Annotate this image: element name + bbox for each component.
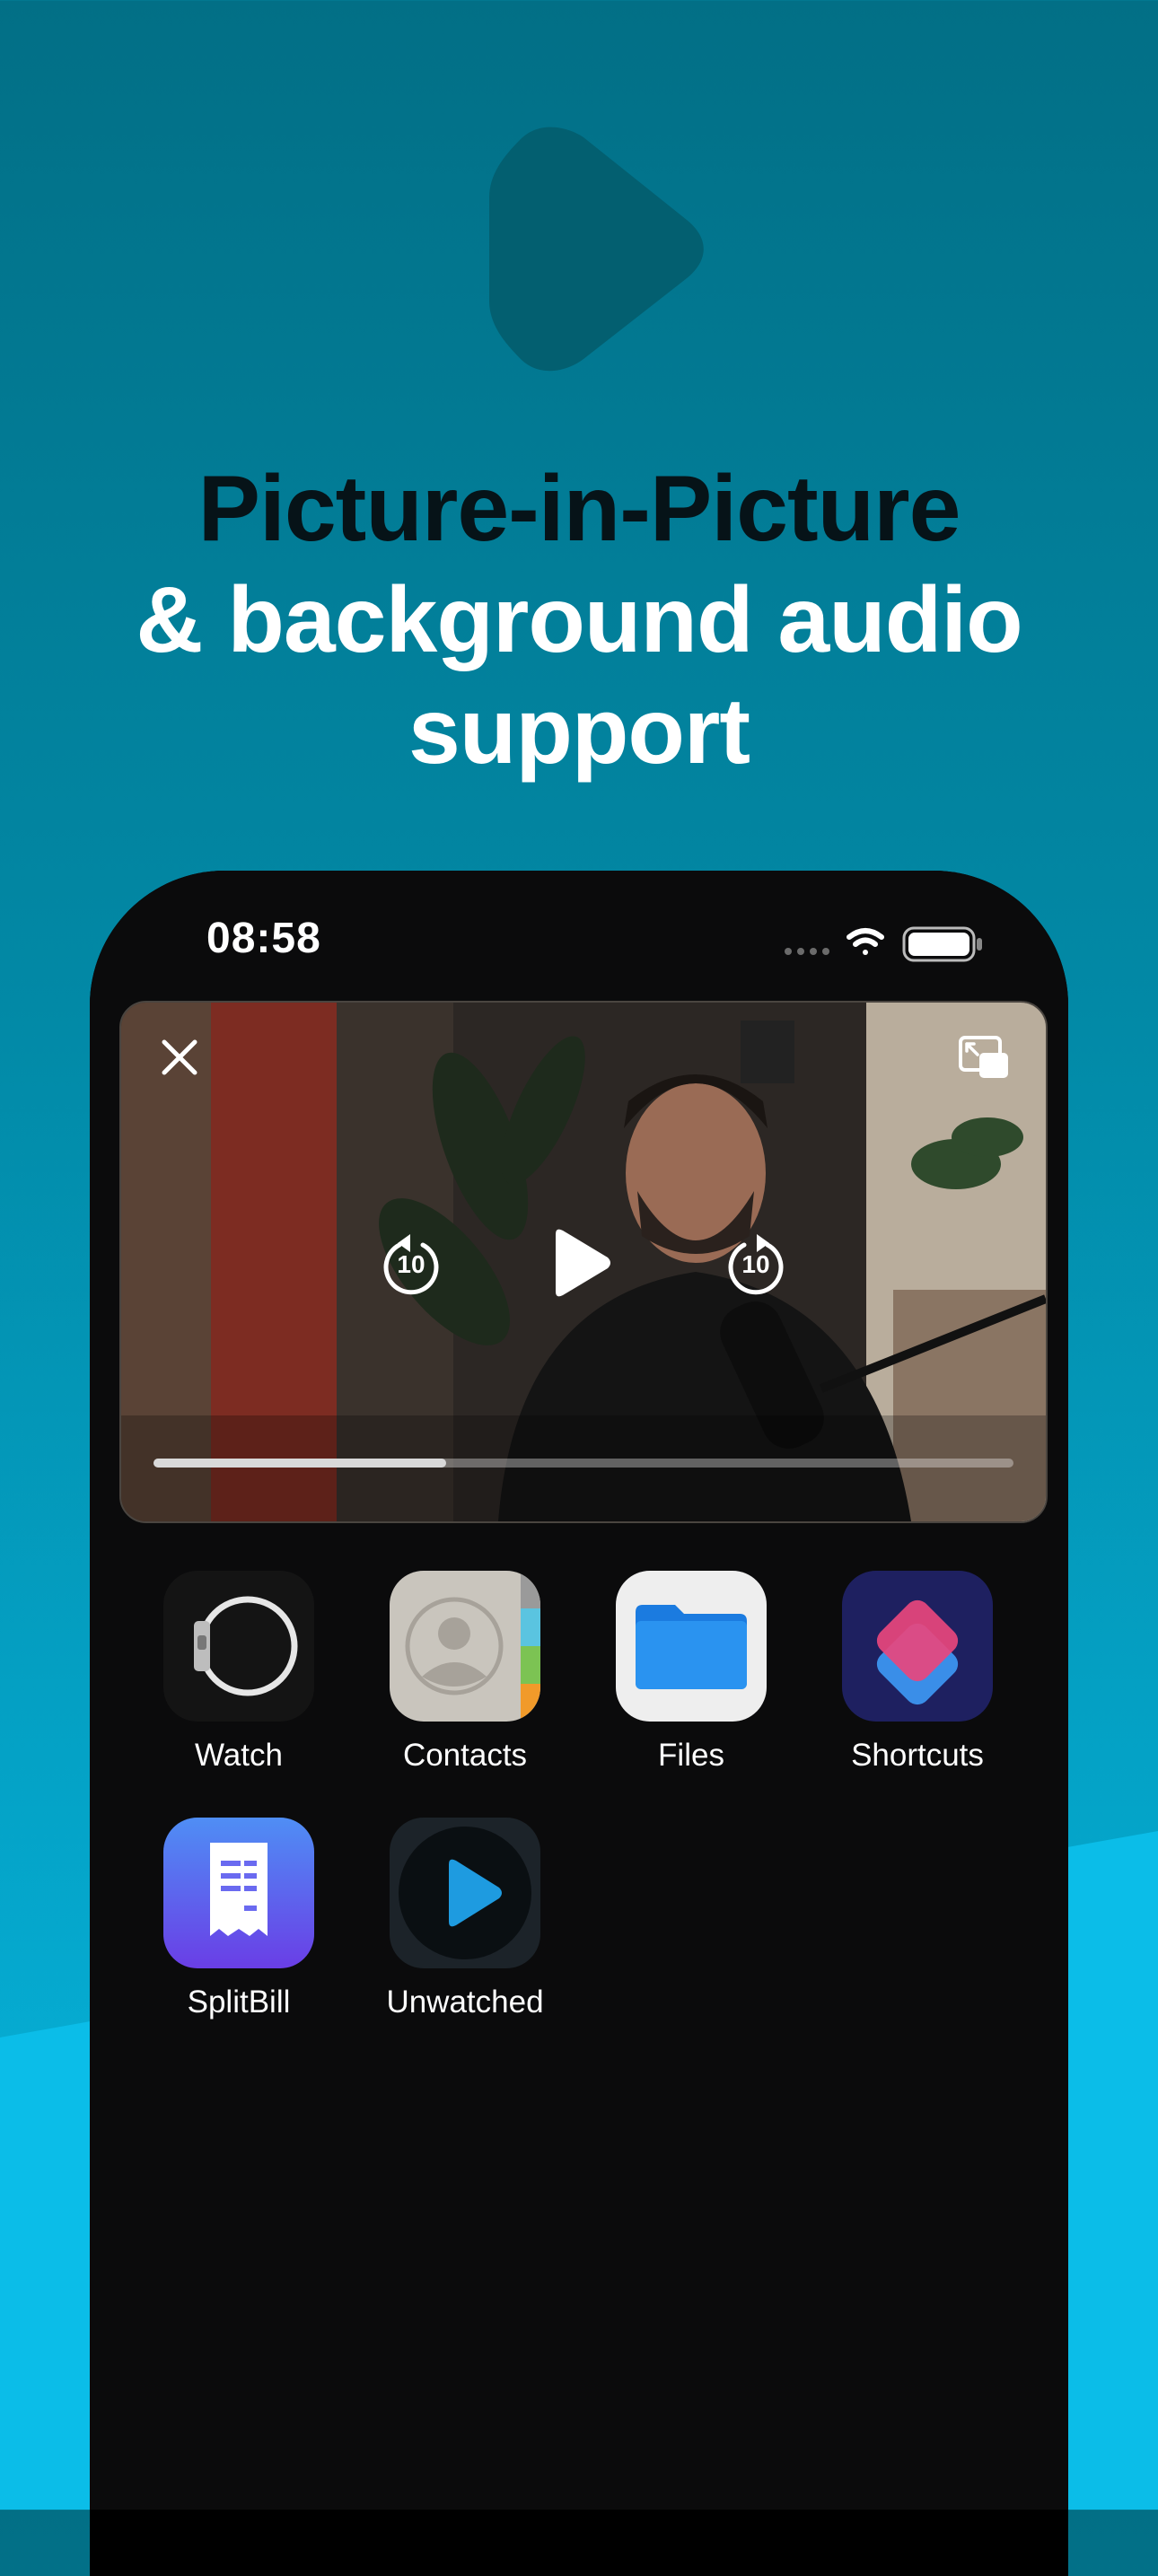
files-app-icon [616, 1571, 767, 1722]
app-splitbill[interactable]: SplitBill [136, 1818, 342, 2020]
unwatched-app-icon [390, 1818, 540, 1968]
status-time: 08:58 [206, 915, 321, 962]
progress-fill [154, 1459, 446, 1468]
headline-line-3: support [408, 679, 750, 784]
progress-bar[interactable] [154, 1459, 1013, 1468]
splitbill-app-icon [163, 1818, 314, 1968]
close-icon[interactable] [157, 1035, 202, 1080]
app-unwatched[interactable]: Unwatched [362, 1818, 568, 2020]
app-files[interactable]: Files [588, 1571, 794, 1774]
status-icons [785, 926, 982, 962]
headline-line-2: & background audio [136, 568, 1022, 672]
app-contacts[interactable]: Contacts [362, 1571, 568, 1774]
skip-forward-button[interactable]: 10 [726, 1232, 785, 1297]
battery-icon [902, 926, 982, 962]
headline: Picture-in-Picture & background audio su… [0, 453, 1158, 787]
contacts-app-icon [390, 1571, 540, 1722]
shortcuts-app-icon [842, 1571, 993, 1722]
signal-dots-icon [785, 948, 829, 955]
app-label-watch: Watch [195, 1738, 283, 1773]
app-label-files: Files [658, 1738, 724, 1773]
skip-back-seconds: 10 [397, 1250, 425, 1278]
phone-frame: 08:58 10 10 Watch Contacts Files Shortcu… [90, 871, 1068, 2576]
app-label-contacts: Contacts [402, 1738, 528, 1773]
skip-back-button[interactable]: 10 [382, 1232, 441, 1297]
play-icon[interactable] [550, 1227, 613, 1299]
app-label-unwatched: Unwatched [386, 1985, 544, 2020]
phone-screen: 08:58 10 10 Watch Contacts Files Shortcu… [90, 871, 1068, 2510]
app-label-shortcuts: Shortcuts [851, 1738, 984, 1773]
return-to-app-icon[interactable] [958, 1035, 1010, 1082]
skip-forward-seconds: 10 [741, 1250, 770, 1278]
watch-app-icon [163, 1571, 314, 1722]
app-watch[interactable]: Watch [136, 1571, 342, 1774]
app-label-splitbill: SplitBill [187, 1985, 291, 2020]
app-shortcuts[interactable]: Shortcuts [814, 1571, 1021, 1774]
pip-video-player[interactable]: 10 10 [119, 1001, 1048, 1523]
wifi-icon [847, 928, 884, 955]
headline-line-1: Picture-in-Picture [197, 457, 961, 561]
app-logo-icon [489, 127, 704, 372]
